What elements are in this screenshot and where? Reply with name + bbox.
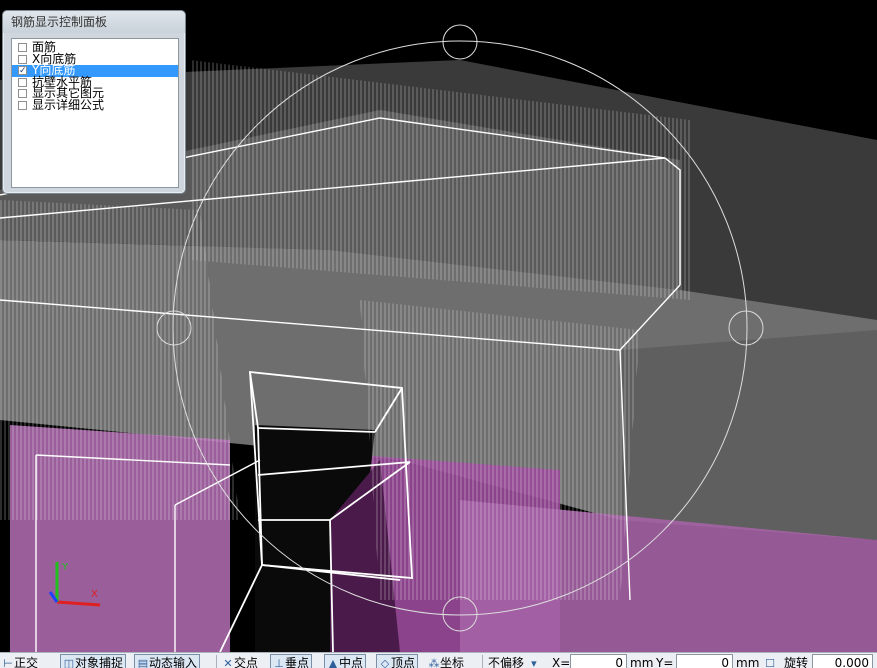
y-label: Y= — [656, 656, 674, 668]
dyn-input-toggle[interactable]: ▤动态输入 — [134, 654, 201, 668]
rotate-checkbox[interactable]: ☐ — [764, 655, 776, 668]
osnap-icon: ◫ — [63, 657, 75, 668]
perpendicular-snap[interactable]: ⊥垂点 — [270, 654, 313, 668]
checkbox-icon[interactable] — [18, 100, 27, 110]
midpoint-label: 中点 — [339, 656, 364, 668]
intersection-snap[interactable]: ✕交点 — [222, 655, 258, 668]
chevron-down-icon: ▾ — [531, 657, 537, 668]
vertex-snap[interactable]: ◇ 顶点 — [376, 654, 419, 668]
checkbox-icon: ☐ — [765, 657, 775, 668]
osnap-label: 对象捕捉 — [75, 656, 124, 668]
ortho-icon: ⊢ — [3, 657, 13, 668]
midpoint-snap[interactable]: ▲ 中点 — [324, 654, 367, 668]
x-offset-field[interactable]: 0 — [570, 654, 627, 668]
option-label: 显示详细公式 — [32, 97, 105, 112]
checkbox-icon[interactable] — [18, 54, 27, 64]
checkbox-icon[interactable] — [18, 77, 27, 87]
ortho-toggle[interactable]: ⊢正交 — [2, 655, 38, 668]
dyn-input-label: 动态输入 — [149, 656, 198, 668]
toolbar-separator — [216, 655, 217, 668]
dyn-input-icon: ▤ — [137, 657, 149, 668]
rebar-display-panel[interactable]: 钢筋显示控制面板 面筋 X向底筋 ✓ Y向底筋 抗壁水平筋 显示其它图元 显示详细公式 — [2, 10, 186, 194]
intersection-icon: ✕ — [223, 657, 233, 668]
perpendicular-icon: ⊥ — [274, 657, 284, 668]
checkbox-checked-icon[interactable]: ✓ — [18, 66, 27, 76]
perpendicular-label: 垂点 — [285, 656, 310, 668]
coords-label: 坐标 — [440, 656, 465, 668]
checkbox-icon[interactable] — [18, 43, 27, 52]
midpoint-icon: ▲ — [328, 657, 338, 668]
y-unit: mm — [736, 656, 760, 668]
axis-x-label: X — [91, 589, 98, 600]
rebar-hatch-mid — [360, 300, 640, 600]
offset-mode-select[interactable]: 不偏移 ▾ — [488, 655, 540, 668]
x-unit: mm — [630, 656, 654, 668]
coords-icon: ⁂ — [428, 657, 440, 668]
checkbox-icon[interactable] — [18, 89, 27, 98]
y-offset-field[interactable]: 0 — [676, 654, 733, 668]
vertex-label: 顶点 — [391, 656, 416, 668]
option-item[interactable]: 显示详细公式 — [12, 97, 178, 112]
coords-snap[interactable]: ⁂坐标 — [428, 655, 465, 668]
rotate-field[interactable]: 0.000 — [812, 654, 873, 668]
vertex-icon: ◇ — [380, 657, 390, 668]
offset-mode-value: 不偏移 — [488, 656, 525, 668]
ortho-label: 正交 — [14, 656, 39, 668]
status-toolbar: ⊢正交 ◫对象捕捉 ▤动态输入 ✕交点 ⊥垂点 ▲ 中点 ◇ 顶点 ⁂坐标 不偏移 … — [0, 652, 877, 668]
toolbar-separator — [482, 655, 483, 668]
rotate-label: 旋转 — [784, 656, 809, 668]
axis-y-label: Y — [61, 562, 69, 573]
x-label: X= — [552, 656, 571, 668]
right-gray-block — [620, 330, 877, 540]
intersection-label: 交点 — [234, 656, 259, 668]
osnap-toggle[interactable]: ◫对象捕捉 — [60, 654, 127, 668]
panel-title[interactable]: 钢筋显示控制面板 — [3, 11, 185, 33]
option-list: 面筋 X向底筋 ✓ Y向底筋 抗壁水平筋 显示其它图元 显示详细公式 — [11, 38, 179, 188]
